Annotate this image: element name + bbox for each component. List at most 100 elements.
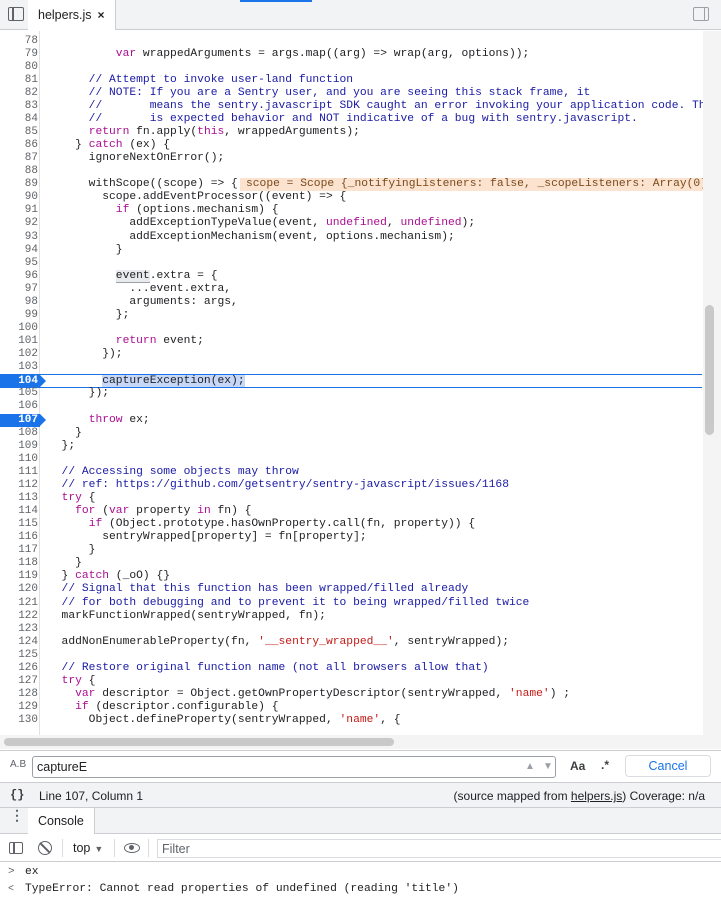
console-sidebar-icon[interactable] — [9, 842, 23, 854]
regex-toggle-icon[interactable]: A.B — [10, 759, 26, 770]
regex-button[interactable]: .* — [601, 758, 609, 772]
code-line[interactable]: 105 }); — [0, 387, 702, 400]
line-number[interactable]: 107 — [0, 413, 46, 427]
code-line[interactable]: 106 — [0, 400, 702, 413]
code-line[interactable]: 95 — [0, 257, 702, 270]
console-result[interactable]: < TypeError: Cannot read properties of u… — [0, 883, 721, 898]
line-number[interactable]: 106 — [0, 400, 38, 413]
code-line[interactable]: 84 // is expected behavior and NOT indic… — [0, 113, 702, 126]
code-line[interactable]: 103 — [0, 361, 702, 374]
code-editor[interactable]: 78 79 var wrappedArguments = args.map((ar… — [0, 31, 721, 735]
console-filter-input[interactable] — [162, 842, 662, 856]
code-line[interactable]: 85 return fn.apply(this, wrappedArgument… — [0, 126, 702, 139]
line-number[interactable]: 100 — [0, 322, 38, 335]
code-line[interactable]: 122 markFunctionWrapped(sentryWrapped, f… — [0, 610, 702, 623]
code-line[interactable]: 118 } — [0, 557, 702, 570]
line-number[interactable]: 120 — [0, 583, 38, 596]
code-line[interactable]: 110 — [0, 453, 702, 466]
line-number[interactable]: 88 — [0, 165, 38, 178]
code-line[interactable]: 93 addExceptionMechanism(event, options.… — [0, 231, 702, 244]
code-line[interactable]: 100 — [0, 322, 702, 335]
code-line[interactable]: 88 — [0, 165, 702, 178]
more-tools-icon[interactable]: ⋮ — [10, 808, 24, 822]
code-line[interactable]: 114 for (var property in fn) { — [0, 505, 702, 518]
line-number[interactable]: 124 — [0, 636, 38, 649]
code-line[interactable]: 92 addExceptionTypeValue(event, undefine… — [0, 217, 702, 230]
line-number[interactable]: 112 — [0, 479, 38, 492]
line-number[interactable]: 105 — [0, 387, 38, 400]
code-line[interactable]: 99 }; — [0, 309, 702, 322]
console-filter-field[interactable] — [157, 839, 721, 858]
line-number[interactable]: 80 — [0, 61, 38, 74]
line-number[interactable]: 91 — [0, 204, 38, 217]
line-number[interactable]: 87 — [0, 152, 38, 165]
code-line[interactable]: 82 // NOTE: If you are a Sentry user, an… — [0, 87, 702, 100]
vertical-scrollbar-thumb[interactable] — [705, 305, 714, 435]
line-number[interactable]: 101 — [0, 335, 38, 348]
line-number[interactable]: 97 — [0, 283, 38, 296]
line-number[interactable]: 90 — [0, 191, 38, 204]
code-line[interactable]: 87 ignoreNextOnError(); — [0, 152, 702, 165]
line-number[interactable]: 111 — [0, 466, 38, 479]
line-number[interactable]: 109 — [0, 440, 38, 453]
code-line[interactable]: 107 throw ex; — [0, 413, 702, 427]
code-line[interactable]: 83 // means the sentry.javascript SDK ca… — [0, 100, 719, 113]
code-line[interactable]: 94 } — [0, 244, 702, 257]
tab-console[interactable]: Console — [28, 808, 95, 834]
line-number[interactable]: 99 — [0, 309, 38, 322]
source-map-file-link[interactable]: helpers.js — [571, 789, 622, 803]
line-number[interactable]: 86 — [0, 139, 38, 152]
line-number[interactable]: 93 — [0, 231, 38, 244]
line-number[interactable]: 104 — [0, 375, 46, 389]
code-line[interactable]: 104 captureException(ex); — [0, 374, 702, 389]
search-field[interactable]: ▲ ▼ — [32, 756, 556, 778]
line-number[interactable]: 83 — [0, 100, 38, 113]
code-line[interactable]: 113 try { — [0, 492, 702, 505]
line-number[interactable]: 108 — [0, 427, 38, 440]
line-number[interactable]: 121 — [0, 597, 38, 610]
line-number[interactable]: 82 — [0, 87, 38, 100]
line-number[interactable]: 119 — [0, 570, 38, 583]
code-line[interactable]: 127 try { — [0, 675, 702, 688]
code-line[interactable]: 112 // ref: https://github.com/getsentry… — [0, 479, 702, 492]
code-line[interactable]: 126 // Restore original function name (n… — [0, 662, 702, 675]
line-number[interactable]: 95 — [0, 257, 38, 270]
line-number[interactable]: 130 — [0, 714, 38, 727]
cancel-search-button[interactable]: Cancel — [625, 755, 711, 777]
line-number[interactable]: 128 — [0, 688, 38, 701]
code-line[interactable]: 108 } — [0, 427, 702, 440]
code-line[interactable]: 80 — [0, 61, 702, 74]
line-number[interactable]: 113 — [0, 492, 38, 505]
live-expression-eye-icon[interactable] — [124, 843, 140, 853]
toggle-debugger-sidebar-icon[interactable] — [693, 7, 709, 21]
line-number[interactable]: 116 — [0, 531, 38, 544]
line-number[interactable]: 81 — [0, 74, 38, 87]
next-match-icon[interactable]: ▼ — [541, 760, 555, 774]
line-number[interactable]: 96 — [0, 270, 38, 283]
code-line[interactable]: 91 if (options.mechanism) { — [0, 204, 702, 217]
line-number[interactable]: 125 — [0, 649, 38, 662]
console-input-echo[interactable]: > ex — [0, 866, 721, 881]
line-number[interactable]: 94 — [0, 244, 38, 257]
code-line[interactable]: 79 var wrappedArguments = args.map((arg)… — [0, 48, 702, 61]
code-line[interactable]: 128 var descriptor = Object.getOwnProper… — [0, 688, 702, 701]
code-line[interactable]: 129 if (descriptor.configurable) { — [0, 701, 702, 714]
code-line[interactable]: 130 Object.defineProperty(sentryWrapped,… — [0, 714, 702, 727]
match-case-button[interactable]: Aa — [570, 759, 585, 773]
clear-console-icon[interactable] — [38, 841, 52, 855]
horizontal-scrollbar-thumb[interactable] — [4, 738, 394, 746]
code-line[interactable]: 116 sentryWrapped[property] = fn[propert… — [0, 531, 702, 544]
code-line[interactable]: 102 }); — [0, 348, 702, 361]
line-number[interactable]: 115 — [0, 518, 38, 531]
code-line[interactable]: 123 — [0, 623, 702, 636]
line-number[interactable]: 123 — [0, 623, 38, 636]
line-number[interactable]: 89 — [0, 178, 38, 191]
code-line[interactable]: 117 } — [0, 544, 702, 557]
code-line[interactable]: 98 arguments: args, — [0, 296, 702, 309]
previous-match-icon[interactable]: ▲ — [523, 760, 537, 774]
line-number[interactable]: 78 — [0, 35, 38, 48]
code-line[interactable]: 115 if (Object.prototype.hasOwnProperty.… — [0, 518, 702, 531]
pretty-print-icon[interactable]: {} — [10, 788, 24, 802]
file-tab-helpers[interactable]: helpers.js × — [28, 0, 116, 30]
line-number[interactable]: 110 — [0, 453, 38, 466]
